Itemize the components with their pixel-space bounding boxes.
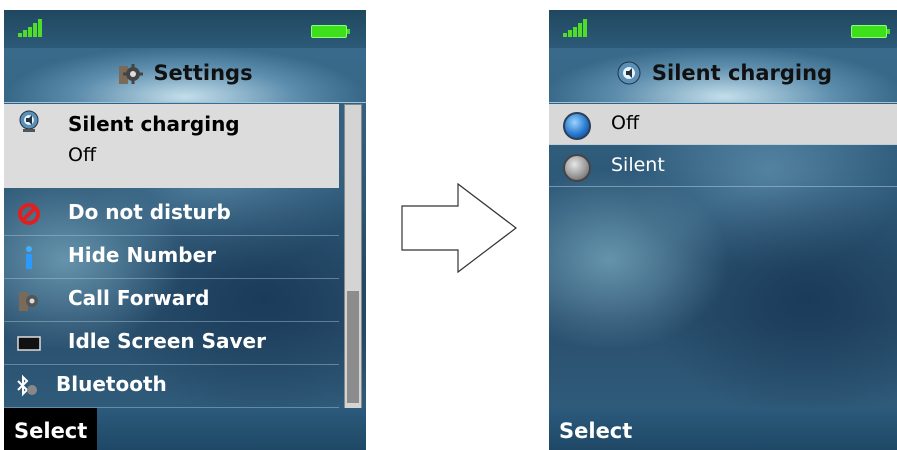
menu-item-call-forward[interactable]: Call Forward <box>4 279 339 322</box>
softkey-bar: Select <box>549 408 897 450</box>
radio-unselected-icon <box>563 154 591 182</box>
selected-item-silent-charging[interactable]: Silent charging Off <box>4 104 339 188</box>
arrow-right-icon <box>401 182 517 274</box>
page-title: Silent charging <box>651 61 833 85</box>
select-softkey[interactable]: Select <box>549 408 642 450</box>
title-bar: Settings <box>4 48 366 103</box>
item-title: Silent charging <box>68 112 240 136</box>
item-value: Off <box>68 144 97 166</box>
status-bar <box>4 10 366 48</box>
select-softkey[interactable]: Select <box>4 408 98 450</box>
signal-strength-icon <box>18 19 48 37</box>
battery-icon <box>311 25 350 38</box>
radio-selected-icon <box>563 112 591 140</box>
screen-icon <box>17 336 41 351</box>
status-bar <box>549 10 897 48</box>
settings-screen: Settings Silent charging Off Do not dist… <box>4 10 366 450</box>
no-entry-icon <box>18 203 40 225</box>
scroll-thumb[interactable] <box>347 291 359 403</box>
option-label: Off <box>611 112 640 134</box>
battery-icon <box>851 25 890 38</box>
speaker-icon <box>19 110 39 132</box>
menu-item-label: Hide Number <box>68 243 216 267</box>
bluetooth-icon <box>17 374 37 397</box>
softkey-bar: Select <box>4 408 366 450</box>
menu-item-label: Idle Screen Saver <box>68 329 266 353</box>
settings-gear-icon <box>119 64 144 84</box>
menu-item-idle-screen-saver[interactable]: Idle Screen Saver <box>4 322 339 365</box>
info-icon <box>26 246 32 269</box>
option-off[interactable]: Off <box>549 104 897 145</box>
menu-item-label: Bluetooth <box>56 372 167 396</box>
scrollbar[interactable] <box>344 104 362 412</box>
option-label: Silent <box>611 154 665 176</box>
speaker-icon <box>617 61 641 85</box>
menu-item-label: Call Forward <box>68 286 210 310</box>
menu-item-bluetooth[interactable]: Bluetooth <box>4 365 339 408</box>
menu-item-do-not-disturb[interactable]: Do not disturb <box>4 193 339 236</box>
menu-item-hide-number[interactable]: Hide Number <box>4 236 339 279</box>
option-silent[interactable]: Silent <box>549 146 897 187</box>
page-title: Settings <box>153 61 253 85</box>
gear-icon <box>19 292 38 311</box>
title-bar: Silent charging <box>549 48 897 103</box>
silent-charging-screen: Silent charging Off Silent Select <box>549 10 897 450</box>
menu-item-label: Do not disturb <box>68 200 231 224</box>
signal-strength-icon <box>563 19 593 37</box>
